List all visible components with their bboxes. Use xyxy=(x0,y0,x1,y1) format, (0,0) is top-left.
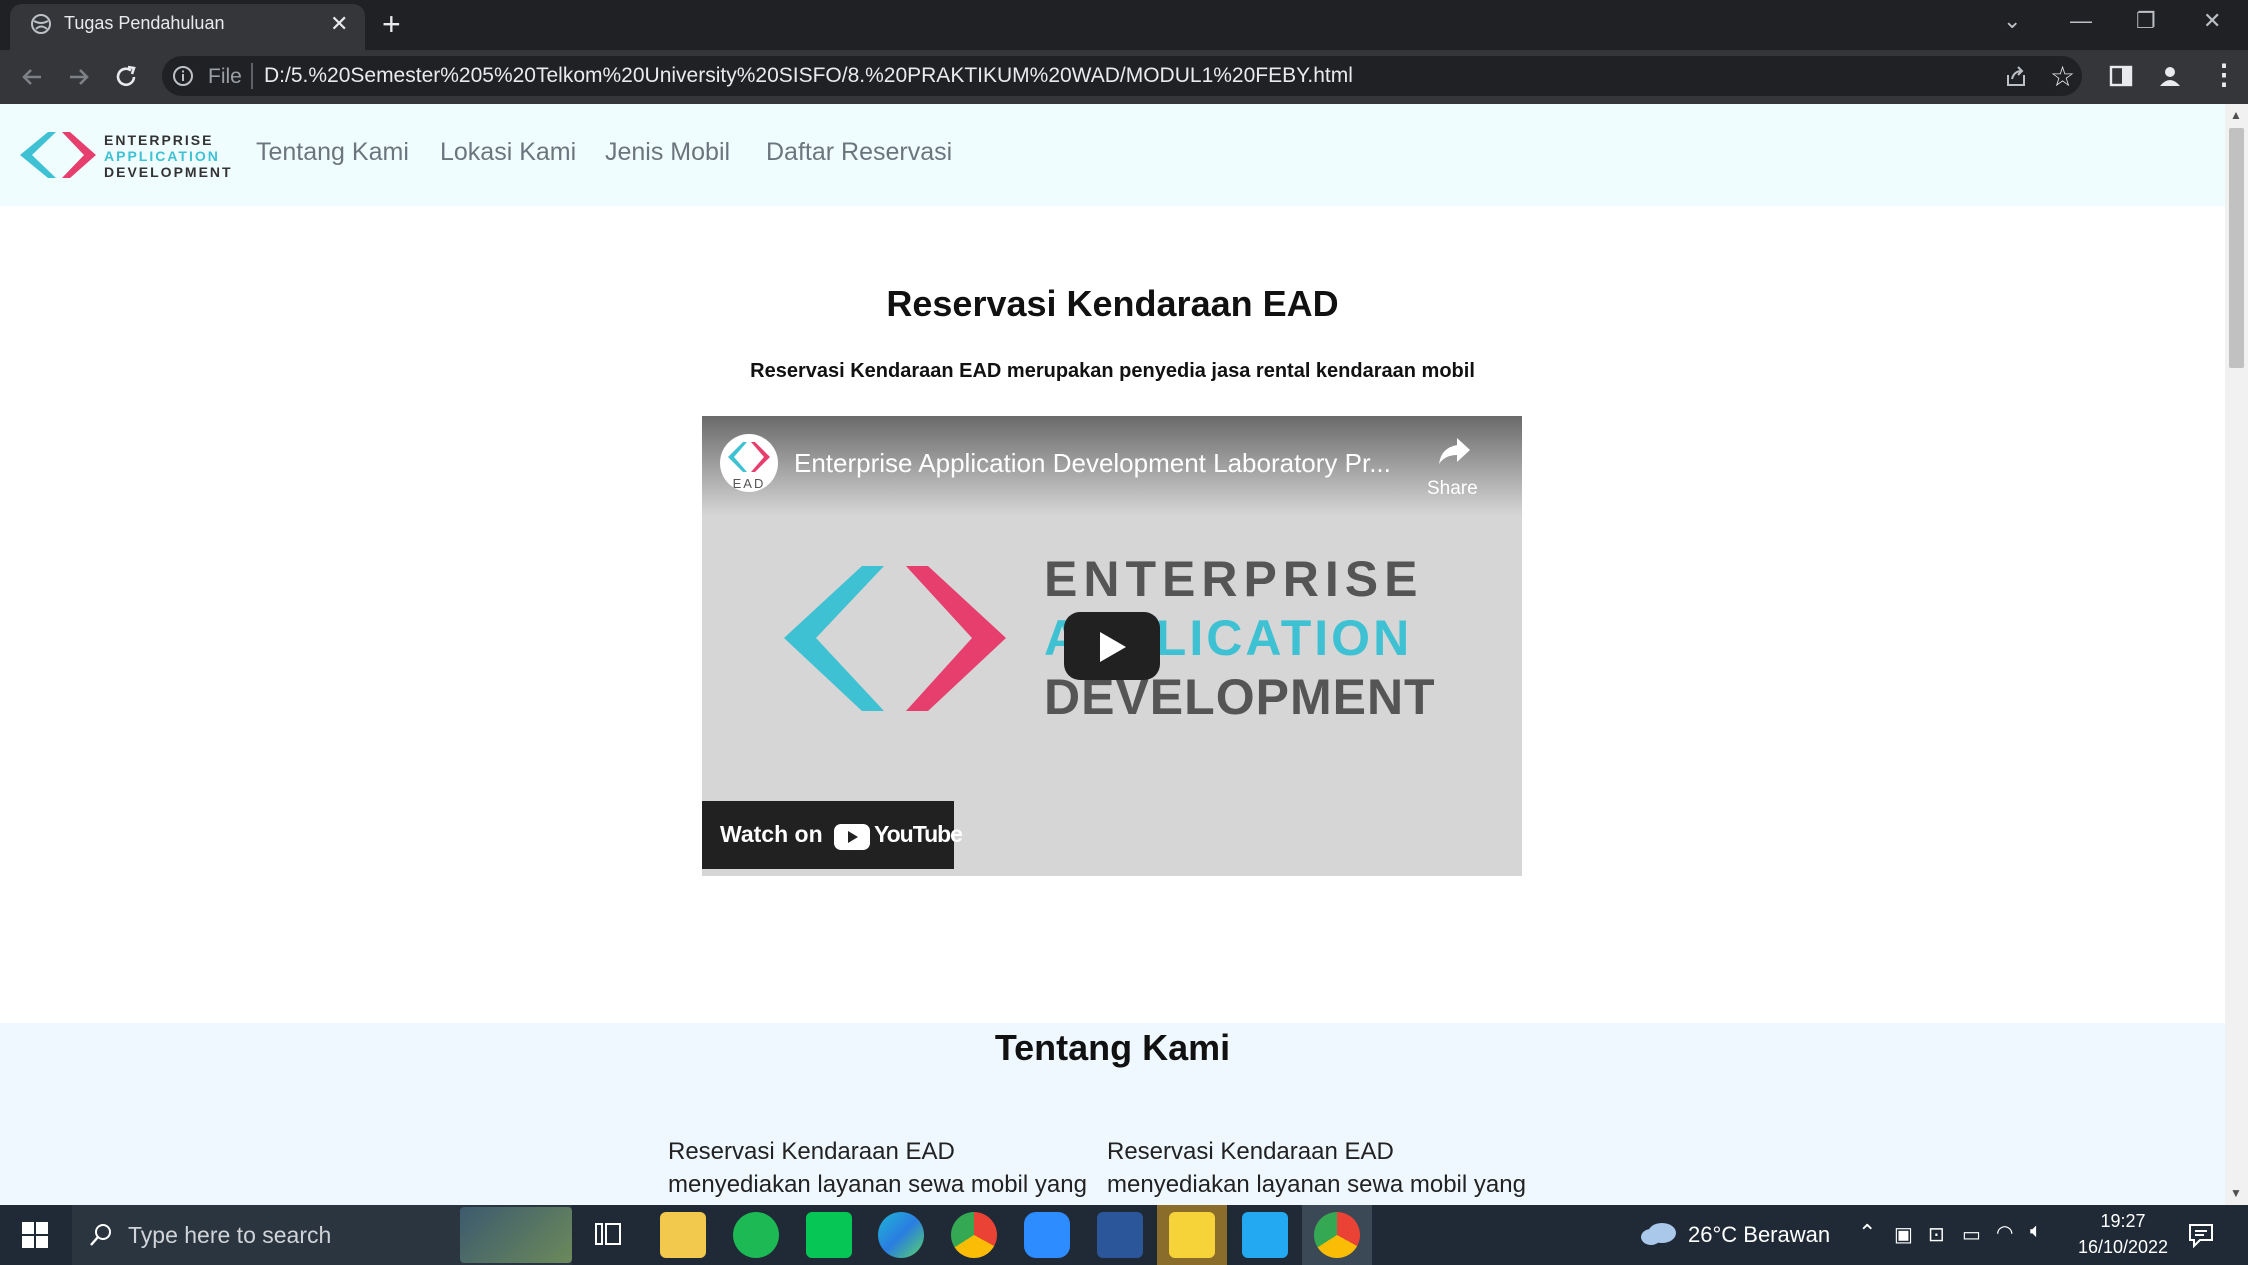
spotify-icon[interactable] xyxy=(733,1212,779,1258)
back-icon[interactable] xyxy=(17,62,47,92)
windows-start-icon[interactable] xyxy=(22,1222,48,1248)
battery-icon[interactable]: ▭ xyxy=(1962,1222,1981,1247)
taskbar-search-placeholder: Type here to search xyxy=(128,1222,332,1248)
about-title: Tentang Kami xyxy=(994,1027,1231,1068)
forward-icon[interactable] xyxy=(64,62,94,92)
ead-logo-icon[interactable] xyxy=(20,130,98,180)
logo-line-development: DEVELOPMENT xyxy=(104,164,233,180)
youtube-wordmark: YouTube xyxy=(874,821,963,847)
channel-avatar[interactable]: EAD xyxy=(720,434,778,492)
share-page-icon[interactable] xyxy=(2003,64,2029,90)
restore-icon[interactable]: ❐ xyxy=(2136,8,2156,34)
nav-lokasi-kami[interactable]: Lokasi Kami xyxy=(440,138,576,167)
clock-date[interactable]: 16/10/2022 xyxy=(2068,1237,2178,1258)
share-label[interactable]: Share xyxy=(1427,478,1478,500)
cloud-icon[interactable] xyxy=(1640,1220,1680,1246)
minimize-icon[interactable]: — xyxy=(2070,8,2092,34)
tab-close-icon[interactable]: ✕ xyxy=(330,11,348,37)
sticky-notes-icon[interactable] xyxy=(1169,1212,1215,1258)
info-icon[interactable] xyxy=(172,65,194,87)
globe-icon xyxy=(31,14,51,34)
play-button[interactable] xyxy=(1064,612,1160,680)
vscode-icon[interactable] xyxy=(1242,1212,1288,1258)
channel-badge-text: EAD xyxy=(732,476,766,491)
meet-now-icon[interactable]: ▣ xyxy=(1894,1222,1913,1247)
search-highlight-illustration xyxy=(460,1207,572,1263)
page-subtitle: Reservasi Kendaraan EAD merupakan penyed… xyxy=(750,360,1475,382)
line-icon[interactable] xyxy=(806,1212,852,1258)
about-column-2: Reservasi Kendaraan EAD menyediakan laya… xyxy=(1107,1138,1526,1205)
clock-time[interactable]: 19:27 xyxy=(2078,1211,2168,1232)
reload-icon[interactable] xyxy=(111,62,141,92)
file-explorer-icon[interactable] xyxy=(660,1212,706,1258)
close-window-icon[interactable]: ✕ xyxy=(2203,8,2221,34)
volume-icon[interactable]: 🔈︎ xyxy=(2030,1220,2042,1243)
profile-icon[interactable] xyxy=(2156,62,2184,90)
chrome-active-icon[interactable] xyxy=(1314,1212,1360,1258)
wifi-icon[interactable]: ◠ xyxy=(1996,1220,2013,1245)
tab-search-icon[interactable]: ⌄ xyxy=(2003,8,2021,34)
bookmark-star-icon[interactable]: ☆ xyxy=(2050,60,2075,93)
word-icon[interactable] xyxy=(1097,1212,1143,1258)
video-title[interactable]: Enterprise Application Development Labor… xyxy=(794,448,1391,479)
notifications-icon[interactable] xyxy=(2188,1222,2214,1248)
logo-line-application: APPLICATION xyxy=(104,148,220,164)
security-icon[interactable]: ⊡ xyxy=(1928,1222,1945,1247)
page-title: Reservasi Kendaraan EAD xyxy=(886,283,1339,324)
thumb-enterprise: ENTERPRISE xyxy=(1044,551,1424,607)
logo-line-enterprise: ENTERPRISE xyxy=(104,132,214,148)
zoom-icon[interactable] xyxy=(1024,1212,1070,1258)
share-arrow-icon[interactable] xyxy=(1437,436,1471,466)
watch-on-youtube-button[interactable]: Watch on YouTube xyxy=(702,801,963,869)
weather-text[interactable]: 26°C Berawan xyxy=(1688,1222,1830,1248)
new-tab-icon[interactable]: + xyxy=(382,6,401,43)
nav-jenis-mobil[interactable]: Jenis Mobil xyxy=(605,138,730,167)
channel-logo-icon xyxy=(728,442,770,472)
youtube-play-icon xyxy=(834,824,870,850)
tab-title: Tugas Pendahuluan xyxy=(64,13,225,33)
show-hidden-icons-icon[interactable]: ⌃ xyxy=(1858,1220,1876,1246)
about-column-1: Reservasi Kendaraan EAD menyediakan laya… xyxy=(668,1138,1087,1205)
nav-daftar-reservasi[interactable]: Daftar Reservasi xyxy=(766,138,952,167)
url-text[interactable]: D:/5.%20Semester%205%20Telkom%20Universi… xyxy=(264,64,1353,88)
omnibox-separator xyxy=(251,63,253,89)
side-panel-icon[interactable] xyxy=(2109,64,2133,88)
search-icon xyxy=(90,1224,111,1246)
ead-logo-text: ENTERPRISE APPLICATION DEVELOPMENT xyxy=(104,132,233,180)
task-view-icon[interactable] xyxy=(594,1220,622,1248)
menu-kebab-icon[interactable]: ⋮ xyxy=(2210,58,2238,91)
chrome-icon[interactable] xyxy=(951,1212,997,1258)
scroll-up-icon[interactable]: ▲ xyxy=(2230,108,2242,122)
nav-tentang-kami[interactable]: Tentang Kami xyxy=(256,138,409,167)
youtube-embed[interactable]: EAD Enterprise Application Development L… xyxy=(702,416,1522,876)
play-icon xyxy=(1100,632,1126,662)
scroll-down-icon[interactable]: ▼ xyxy=(2230,1186,2242,1200)
scrollbar-thumb[interactable] xyxy=(2229,128,2244,368)
watch-on-label: Watch on xyxy=(720,821,823,847)
file-scheme-label: File xyxy=(208,65,242,88)
thumbnail-logo-icon xyxy=(784,566,1006,711)
edge-icon[interactable] xyxy=(878,1212,924,1258)
